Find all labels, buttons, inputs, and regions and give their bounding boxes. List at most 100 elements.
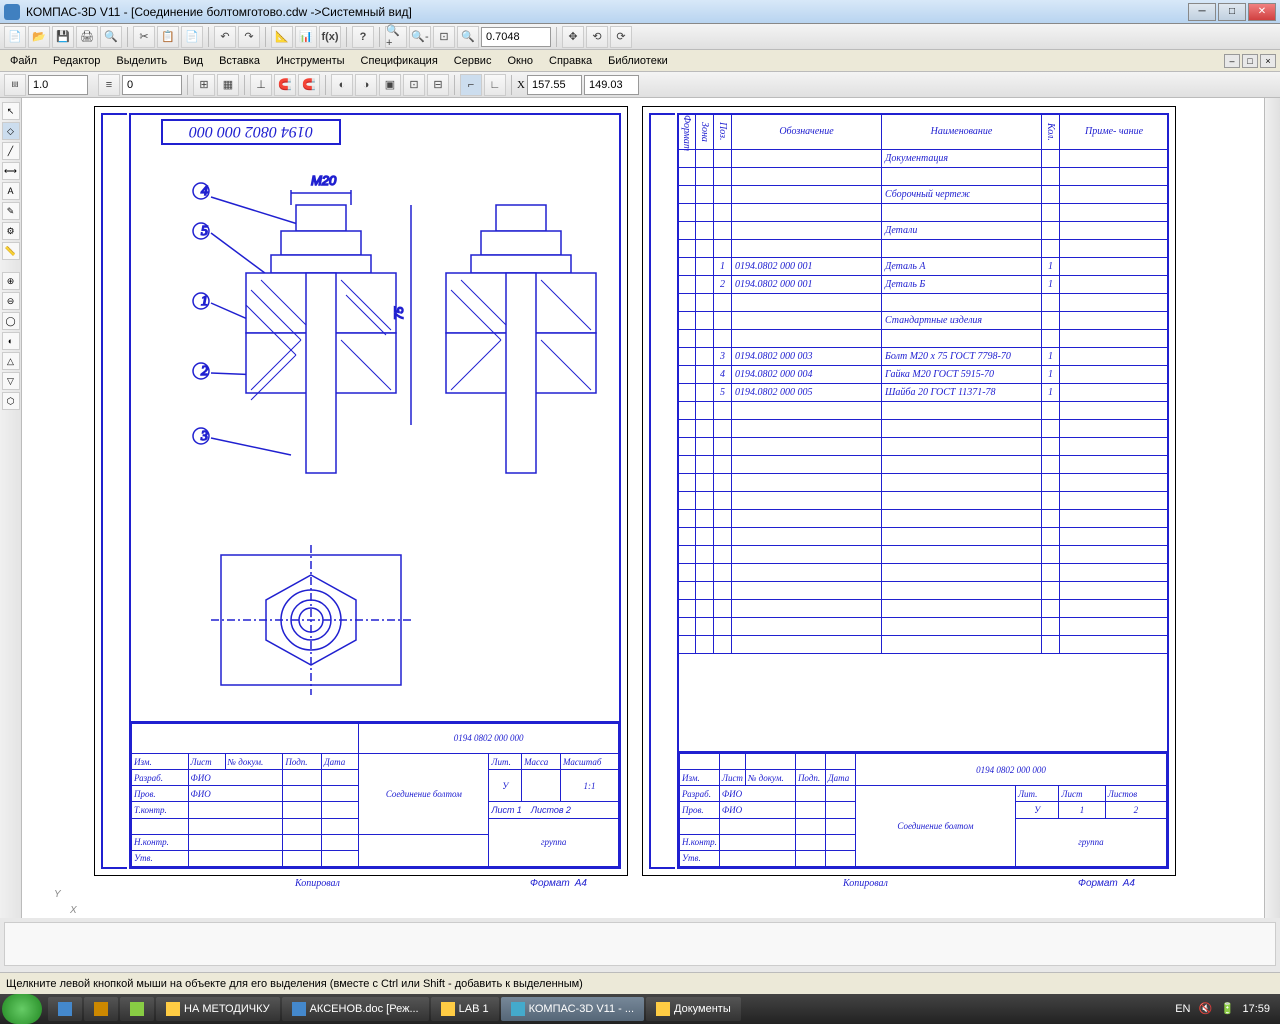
- zoom-out-icon[interactable]: 🔍-: [409, 26, 431, 48]
- menu-spec[interactable]: Спецификация: [353, 53, 446, 69]
- angle-icon[interactable]: ⌐: [460, 74, 482, 96]
- undo-icon[interactable]: ↶: [214, 26, 236, 48]
- close-button[interactable]: ✕: [1248, 3, 1276, 21]
- task-item[interactable]: Документы: [646, 997, 741, 1021]
- tool-icon[interactable]: ▽: [2, 372, 20, 390]
- menu-tools[interactable]: Инструменты: [268, 53, 353, 69]
- mode-icon[interactable]: ▣: [379, 74, 401, 96]
- tray-icon[interactable]: 🔇: [1198, 1002, 1212, 1016]
- mode-icon[interactable]: ◑: [355, 74, 377, 96]
- menu-window[interactable]: Окно: [499, 53, 541, 69]
- cut-icon[interactable]: ✂: [133, 26, 155, 48]
- tool-icon[interactable]: ⊖: [2, 292, 20, 310]
- line-icon[interactable]: ╱: [2, 142, 20, 160]
- minimize-button[interactable]: ─: [1188, 3, 1216, 21]
- task-item[interactable]: LAB 1: [431, 997, 499, 1021]
- scrollbar-vertical[interactable]: [1264, 98, 1280, 918]
- task-item[interactable]: НА МЕТОДИЧКУ: [156, 997, 280, 1021]
- magnet-icon[interactable]: 🧲: [274, 74, 296, 96]
- scale2-input[interactable]: [122, 75, 182, 95]
- refresh-icon[interactable]: ⟳: [610, 26, 632, 48]
- table-row: Сборочный чертеж: [678, 186, 1169, 204]
- zoom-icon[interactable]: 🔍: [457, 26, 479, 48]
- menu-help[interactable]: Справка: [541, 53, 600, 69]
- coord-x-input[interactable]: [527, 75, 582, 95]
- rotate-icon[interactable]: ⟲: [586, 26, 608, 48]
- quick-launch[interactable]: [120, 997, 154, 1021]
- system-tray: EN 🔇 🔋 17:59: [1167, 1002, 1278, 1016]
- save-icon[interactable]: 💾: [52, 26, 74, 48]
- window-titlebar: КОМПАС-3D V11 - [Соединение болтомготово…: [0, 0, 1280, 24]
- tool-icon[interactable]: △: [2, 352, 20, 370]
- spec-table: Формат Зона Поз. Обозначение Наименовани…: [677, 113, 1169, 654]
- table-row: 10194.0802 000 001Деталь А1: [678, 258, 1169, 276]
- tool-icon[interactable]: 📐: [271, 26, 293, 48]
- mdi-min-button[interactable]: –: [1224, 54, 1240, 68]
- redo-icon[interactable]: ↷: [238, 26, 260, 48]
- tool-icon[interactable]: 📊: [295, 26, 317, 48]
- grid-icon[interactable]: ▦: [217, 74, 239, 96]
- quick-launch[interactable]: [48, 997, 82, 1021]
- tool-icon[interactable]: ⊕: [2, 272, 20, 290]
- maximize-button[interactable]: □: [1218, 3, 1246, 21]
- pan-icon[interactable]: ✥: [562, 26, 584, 48]
- start-button[interactable]: [2, 994, 42, 1024]
- mode-icon[interactable]: ⊟: [427, 74, 449, 96]
- table-row: [678, 510, 1169, 528]
- task-item-active[interactable]: КОМПАС-3D V11 - ...: [501, 997, 644, 1021]
- layer-icon[interactable]: ≡: [98, 74, 120, 96]
- quick-launch[interactable]: [84, 997, 118, 1021]
- taskbar: НА МЕТОДИЧКУ АКСЕНОВ.doc [Реж... LAB 1 К…: [0, 994, 1280, 1024]
- lang-indicator[interactable]: EN: [1175, 1003, 1190, 1015]
- magnet2-icon[interactable]: 🧲: [298, 74, 320, 96]
- menu-insert[interactable]: Вставка: [211, 53, 268, 69]
- edit-icon[interactable]: ✎: [2, 202, 20, 220]
- zoom-fit-icon[interactable]: ⊡: [433, 26, 455, 48]
- preview-icon[interactable]: 🔍: [100, 26, 122, 48]
- mdi-max-button[interactable]: □: [1242, 54, 1258, 68]
- menu-libs[interactable]: Библиотеки: [600, 53, 676, 69]
- drawing-canvas[interactable]: 0194 0802 000 000 4 5 1 2 3 М20: [22, 98, 1264, 918]
- mode-icon[interactable]: ⊡: [403, 74, 425, 96]
- scale1-input[interactable]: [28, 75, 88, 95]
- menu-file[interactable]: Файл: [2, 53, 45, 69]
- dim-icon[interactable]: ⟷: [2, 162, 20, 180]
- text-icon[interactable]: A: [2, 182, 20, 200]
- open-icon[interactable]: 📂: [28, 26, 50, 48]
- table-row: 30194.0802 000 003Болт М20 x 75 ГОСТ 779…: [678, 348, 1169, 366]
- select-icon[interactable]: ↖: [2, 102, 20, 120]
- menu-service[interactable]: Сервис: [446, 53, 500, 69]
- task-item[interactable]: АКСЕНОВ.doc [Реж...: [282, 997, 429, 1021]
- zoom-in-icon[interactable]: 🔍+: [385, 26, 407, 48]
- angle2-icon[interactable]: ∟: [484, 74, 506, 96]
- tool-icon[interactable]: ⬡: [2, 392, 20, 410]
- copy-icon[interactable]: 📋: [157, 26, 179, 48]
- fx-icon[interactable]: f(x): [319, 26, 341, 48]
- table-row: [678, 420, 1169, 438]
- geom-icon[interactable]: ◇: [2, 122, 20, 140]
- param-icon[interactable]: ⚙: [2, 222, 20, 240]
- tool-icon[interactable]: ◯: [2, 312, 20, 330]
- new-icon[interactable]: 📄: [4, 26, 26, 48]
- menu-select[interactable]: Выделить: [108, 53, 175, 69]
- table-row: [678, 618, 1169, 636]
- measure-icon[interactable]: 📏: [2, 242, 20, 260]
- drawing-frame: 0194 0802 000 000 4 5 1 2 3 М20: [129, 113, 621, 869]
- mode-icon[interactable]: ◐: [331, 74, 353, 96]
- tool-icon[interactable]: ◐: [2, 332, 20, 350]
- print-icon[interactable]: 🖨: [76, 26, 98, 48]
- zoom-input[interactable]: [481, 27, 551, 47]
- ortho-icon[interactable]: ⊥: [250, 74, 272, 96]
- title-block: 0194 0802 000 000 Изм.Лист№ докум.Подп.Д…: [129, 721, 621, 869]
- mdi-close-button[interactable]: ×: [1260, 54, 1276, 68]
- table-row: [678, 294, 1169, 312]
- menu-view[interactable]: Вид: [175, 53, 211, 69]
- help-icon[interactable]: ?: [352, 26, 374, 48]
- coord-y-input[interactable]: [584, 75, 639, 95]
- clock[interactable]: 17:59: [1242, 1003, 1270, 1015]
- paste-icon[interactable]: 📄: [181, 26, 203, 48]
- menu-edit[interactable]: Редактор: [45, 53, 108, 69]
- step-icon[interactable]: ⩏: [4, 74, 26, 96]
- snap-icon[interactable]: ⊞: [193, 74, 215, 96]
- tray-icon[interactable]: 🔋: [1220, 1002, 1234, 1016]
